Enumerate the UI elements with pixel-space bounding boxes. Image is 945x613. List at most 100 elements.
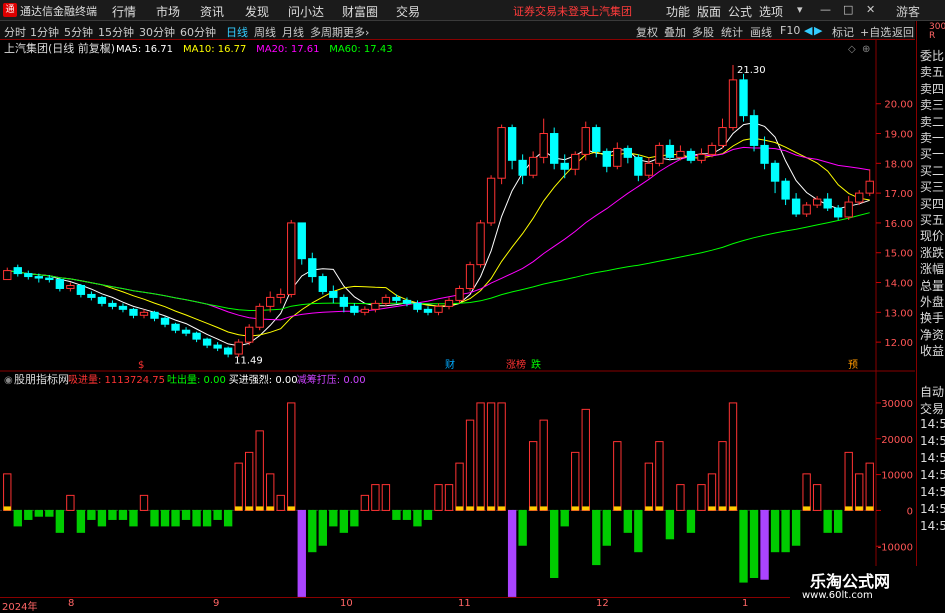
quote-row-label[interactable]: 卖四 bbox=[920, 80, 944, 97]
user-label[interactable]: 游客 bbox=[896, 3, 920, 20]
menu-formula[interactable]: 公式 bbox=[728, 3, 752, 20]
overlay-button[interactable]: 叠加 bbox=[664, 24, 686, 40]
indicator-bar bbox=[686, 509, 696, 533]
quote-row-label[interactable]: 买四 bbox=[920, 195, 944, 212]
quote-row-label[interactable]: 14:56 bbox=[920, 434, 945, 448]
indicator-bar bbox=[118, 509, 128, 520]
menu-news[interactable]: 资讯 bbox=[200, 3, 224, 20]
candle-body bbox=[213, 344, 222, 349]
quote-row-label[interactable]: 14:56 bbox=[920, 502, 945, 516]
draw-button[interactable]: 画线 bbox=[750, 24, 772, 40]
menu-market[interactable]: 市场 bbox=[156, 3, 180, 20]
period-15min[interactable]: 15分钟 bbox=[98, 24, 134, 40]
period-60min[interactable]: 60分钟 bbox=[180, 24, 216, 40]
quote-row-label[interactable]: 交易 bbox=[920, 400, 944, 417]
candle-body bbox=[97, 296, 107, 304]
period-1min[interactable]: 1分钟 bbox=[30, 24, 59, 40]
dropdown-icon[interactable]: ▾ bbox=[797, 3, 803, 16]
quote-row-label[interactable]: 收益 bbox=[920, 342, 944, 359]
indicator-bar bbox=[287, 402, 296, 511]
period-30min[interactable]: 30分钟 bbox=[139, 24, 175, 40]
quote-row-label[interactable]: 买一 bbox=[920, 145, 944, 162]
vol-axis-label: -10000 bbox=[878, 542, 913, 553]
indicator-bar bbox=[802, 473, 811, 511]
price-axis-label: 17.00 bbox=[884, 189, 913, 200]
indicator-bar bbox=[444, 484, 454, 511]
period-weekly[interactable]: 周线 bbox=[254, 24, 276, 40]
candle-body bbox=[791, 198, 801, 215]
adjust-button[interactable]: 复权 bbox=[636, 24, 658, 40]
quote-row-label[interactable]: 委比 bbox=[920, 47, 944, 64]
indicator-bar bbox=[781, 509, 790, 553]
quote-row-label[interactable]: 14:56 bbox=[920, 519, 945, 533]
candle-body bbox=[392, 296, 401, 301]
candle-body bbox=[550, 133, 559, 164]
indicator-bar bbox=[34, 509, 43, 517]
indicator-bar bbox=[97, 509, 107, 527]
quote-row-label[interactable]: 现价 bbox=[920, 227, 944, 244]
close-icon[interactable]: ✕ bbox=[866, 3, 875, 16]
quote-row-label[interactable]: 卖五 bbox=[920, 63, 944, 80]
mark-button[interactable]: 标记 bbox=[832, 24, 854, 40]
indicator-bar bbox=[255, 430, 264, 511]
quote-row-label[interactable]: 涨幅 bbox=[920, 260, 944, 277]
indicator-bar bbox=[465, 419, 475, 511]
quote-row-label[interactable]: 卖二 bbox=[920, 113, 944, 130]
menu-trade[interactable]: 交易 bbox=[396, 3, 420, 20]
maximize-icon[interactable]: □ bbox=[843, 3, 853, 16]
menu-assistant[interactable]: 问小达 bbox=[288, 3, 324, 20]
quote-row-label[interactable]: 14:56 bbox=[920, 485, 945, 499]
menu-discover[interactable]: 发现 bbox=[245, 3, 269, 20]
quote-row-label[interactable]: 自动 bbox=[920, 383, 944, 400]
period-monthly[interactable]: 月线 bbox=[282, 24, 304, 40]
quote-row-label[interactable]: 14:56 bbox=[920, 417, 945, 431]
quote-row-label[interactable]: 买五 bbox=[920, 211, 944, 228]
vol-axis-label: 0 bbox=[907, 506, 913, 517]
candle-body bbox=[423, 308, 433, 313]
multi-stock-button[interactable]: 多股 bbox=[692, 24, 714, 40]
high-price-label: 21.30 bbox=[737, 65, 766, 76]
next-arrow-icon[interactable]: ▶ bbox=[814, 24, 822, 37]
strong-buy-bar bbox=[497, 506, 506, 511]
candle-body bbox=[223, 347, 233, 355]
stats-button[interactable]: 统计 bbox=[721, 24, 743, 40]
period-daily[interactable]: 日线 bbox=[226, 24, 248, 40]
quote-row-label[interactable]: 换手 bbox=[920, 309, 944, 326]
menu-function[interactable]: 功能 bbox=[666, 3, 690, 20]
add-watchlist-button[interactable]: +自选 bbox=[860, 24, 891, 40]
chart-canvas[interactable]: 20.00 19.00 18.00 17.00 16.00 15.00 14.00 13.00… bbox=[0, 40, 915, 600]
menu-options[interactable]: 选项 bbox=[759, 3, 783, 20]
period-multi[interactable]: 多周期 bbox=[310, 24, 343, 40]
period-timeshare[interactable]: 分时 bbox=[4, 24, 26, 40]
quote-row-label[interactable]: 卖三 bbox=[920, 96, 944, 113]
back-button[interactable]: 返回 bbox=[892, 24, 914, 40]
trade-login-warning[interactable]: 证券交易未登录 bbox=[513, 3, 590, 19]
strong-buy-bar bbox=[466, 506, 474, 511]
quote-row-label[interactable]: 14:56 bbox=[920, 451, 945, 465]
chart-area[interactable]: 20.00 19.00 18.00 17.00 16.00 15.00 14.00 13.00… bbox=[0, 40, 915, 600]
minimize-icon[interactable]: — bbox=[820, 3, 831, 16]
quote-row-label[interactable]: 买二 bbox=[920, 162, 944, 179]
quote-row-label[interactable]: 净资 bbox=[920, 326, 944, 343]
candle-body bbox=[571, 153, 580, 170]
quote-row-label[interactable]: 涨跌 bbox=[920, 244, 944, 261]
candle-body bbox=[339, 296, 349, 307]
prev-arrow-icon[interactable]: ◀ bbox=[804, 24, 812, 37]
f10-button[interactable]: F10 bbox=[780, 24, 800, 37]
indicator-bar bbox=[171, 509, 180, 527]
menu-wealth-circle[interactable]: 财富圈 bbox=[342, 3, 378, 20]
quote-row-label[interactable]: 外盘 bbox=[920, 293, 944, 310]
menu-quotes[interactable]: 行情 bbox=[112, 3, 136, 20]
period-more[interactable]: 更多› bbox=[343, 24, 369, 40]
quote-row-label[interactable]: 14:56 bbox=[920, 468, 945, 482]
quote-row-label[interactable]: 卖一 bbox=[920, 129, 944, 146]
candle-body bbox=[371, 302, 380, 310]
quote-row-label[interactable]: 买三 bbox=[920, 178, 944, 195]
menu-layout[interactable]: 版面 bbox=[697, 3, 721, 20]
date-label: 8 bbox=[68, 598, 75, 609]
candle-body bbox=[308, 258, 317, 278]
period-5min[interactable]: 5分钟 bbox=[64, 24, 93, 40]
indicator-bar bbox=[318, 509, 327, 546]
quote-row-label[interactable]: 总量 bbox=[920, 277, 944, 294]
expand-icon: ⊕ bbox=[862, 44, 870, 55]
